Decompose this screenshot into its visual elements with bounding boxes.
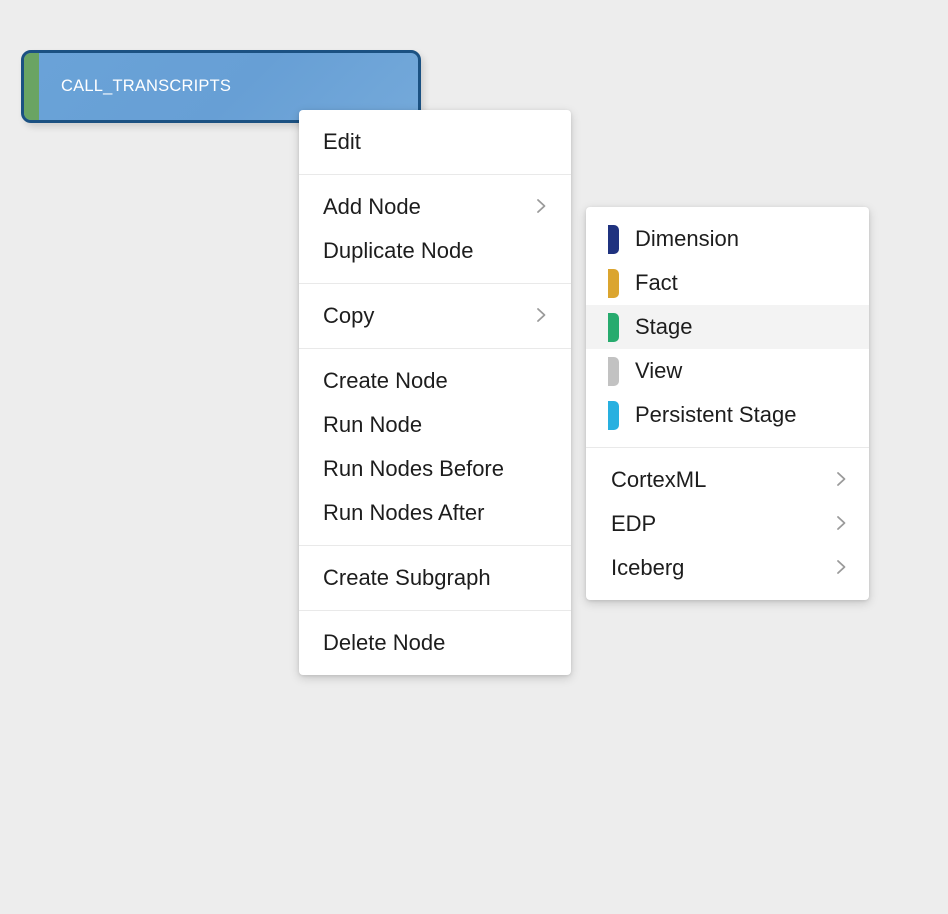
- context-menu-item-run-node[interactable]: Run Node: [299, 403, 571, 447]
- chevron-right-icon: [836, 515, 847, 531]
- submenu-item-label: View: [635, 358, 683, 383]
- submenu-item-fact[interactable]: Fact: [586, 261, 869, 305]
- node-type-color-swatch-dimension: [608, 224, 619, 254]
- submenu-item-iceberg[interactable]: Iceberg: [586, 546, 869, 590]
- chevron-right-icon: [536, 198, 547, 214]
- node-type-color-swatch-persistent-stage: [608, 400, 619, 430]
- chevron-right-icon: [836, 471, 847, 487]
- submenu-item-dimension[interactable]: Dimension: [586, 217, 869, 261]
- submenu-item-persistent-stage[interactable]: Persistent Stage: [586, 393, 869, 437]
- context-menu-item-duplicate-node[interactable]: Duplicate Node: [299, 229, 571, 273]
- node-context-menu[interactable]: Edit Add Node Duplicate Node Copy Create Nod…: [299, 110, 571, 675]
- context-menu-item-delete-node[interactable]: Delete Node: [299, 621, 571, 665]
- submenu-item-view[interactable]: View: [586, 349, 869, 393]
- context-menu-item-run-nodes-after[interactable]: Run Nodes After: [299, 491, 571, 535]
- context-menu-item-label: Create Node: [323, 368, 448, 393]
- context-menu-item-create-subgraph[interactable]: Create Subgraph: [299, 556, 571, 600]
- submenu-item-cortexml[interactable]: CortexML: [586, 458, 869, 502]
- context-menu-item-label: Add Node: [323, 194, 421, 219]
- context-menu-item-copy[interactable]: Copy: [299, 294, 571, 338]
- node-type-accent-bar: [24, 53, 39, 120]
- submenu-item-edp[interactable]: EDP: [586, 502, 869, 546]
- context-menu-item-label: Create Subgraph: [323, 565, 491, 590]
- context-menu-group: Copy: [299, 283, 571, 348]
- context-menu-item-edit[interactable]: Edit: [299, 120, 571, 164]
- submenu-item-label: CortexML: [611, 467, 707, 492]
- add-node-submenu-group: CortexML EDP Iceberg: [586, 447, 869, 600]
- context-menu-item-create-node[interactable]: Create Node: [299, 359, 571, 403]
- context-menu-item-label: Copy: [323, 303, 375, 328]
- context-menu-group: Create Subgraph: [299, 545, 571, 610]
- context-menu-item-label: Duplicate Node: [323, 238, 474, 263]
- context-menu-item-label: Edit: [323, 129, 361, 154]
- context-menu-item-run-nodes-before[interactable]: Run Nodes Before: [299, 447, 571, 491]
- submenu-item-label: Persistent Stage: [635, 402, 797, 427]
- context-menu-item-label: Run Node: [323, 412, 423, 437]
- node-type-color-swatch-stage: [608, 312, 619, 342]
- submenu-item-label: Iceberg: [611, 555, 685, 580]
- context-menu-item-add-node[interactable]: Add Node: [299, 185, 571, 229]
- context-menu-item-label: Delete Node: [323, 630, 446, 655]
- chevron-right-icon: [836, 559, 847, 575]
- node-label: CALL_TRANSCRIPTS: [61, 77, 232, 95]
- submenu-item-label: EDP: [611, 511, 657, 536]
- add-node-submenu[interactable]: Dimension Fact Stage View Persistent Stage Co…: [586, 207, 869, 600]
- submenu-item-label: Stage: [635, 314, 693, 339]
- node-type-color-swatch-fact: [608, 268, 619, 298]
- node-type-color-swatch-view: [608, 356, 619, 386]
- submenu-item-label: Dimension: [635, 226, 739, 251]
- submenu-item-label: Fact: [635, 270, 678, 295]
- context-menu-group: Edit: [299, 110, 571, 174]
- context-menu-group: Add Node Duplicate Node: [299, 174, 571, 283]
- context-menu-item-label: Run Nodes After: [323, 500, 485, 525]
- chevron-right-icon: [536, 307, 547, 323]
- submenu-item-stage[interactable]: Stage: [586, 305, 869, 349]
- add-node-submenu-group: Dimension Fact Stage View Persistent Stage: [586, 207, 869, 447]
- context-menu-group: Create Node Run Node Run Nodes Before Run N…: [299, 348, 571, 545]
- context-menu-item-label: Run Nodes Before: [323, 456, 504, 481]
- context-menu-group: Delete Node: [299, 610, 571, 675]
